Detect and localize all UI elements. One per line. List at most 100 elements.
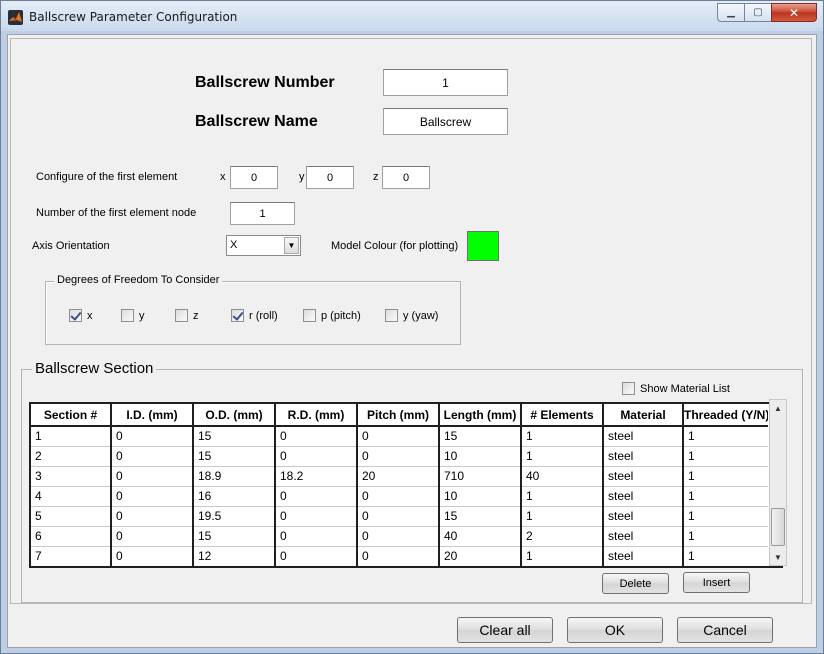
- column-header[interactable]: Threaded (Y/N): [683, 404, 768, 427]
- dof-z-checkbox[interactable]: z: [175, 309, 199, 322]
- scroll-down-icon[interactable]: ▼: [770, 549, 786, 565]
- table-cell[interactable]: 3: [31, 466, 112, 487]
- ok-button[interactable]: OK: [567, 617, 663, 643]
- column-header[interactable]: # Elements: [521, 404, 604, 427]
- table-cell[interactable]: 1: [521, 506, 604, 527]
- checkbox-icon[interactable]: [622, 382, 635, 395]
- table-cell[interactable]: 1: [521, 486, 604, 507]
- table-cell[interactable]: 0: [111, 506, 194, 527]
- checkbox-icon[interactable]: [175, 309, 188, 322]
- table-cell[interactable]: 1: [683, 486, 768, 507]
- table-cell[interactable]: 0: [357, 446, 440, 467]
- dof-x-checkbox[interactable]: x: [69, 309, 93, 322]
- table-cell[interactable]: 0: [275, 446, 358, 467]
- column-header[interactable]: Material: [603, 404, 684, 427]
- table-cell[interactable]: steel: [603, 546, 684, 566]
- checkbox-icon[interactable]: [303, 309, 316, 322]
- table-cell[interactable]: 10: [439, 486, 522, 507]
- table-cell[interactable]: 0: [111, 526, 194, 547]
- table-cell[interactable]: steel: [603, 466, 684, 487]
- table-vertical-scrollbar[interactable]: ▲ ▼: [769, 399, 787, 566]
- table-cell[interactable]: 20: [357, 466, 440, 487]
- table-cell[interactable]: 1: [521, 546, 604, 566]
- table-cell[interactable]: 0: [111, 546, 194, 566]
- table-cell[interactable]: 1: [683, 426, 768, 447]
- column-header[interactable]: R.D. (mm): [275, 404, 358, 427]
- chevron-down-icon[interactable]: ▼: [284, 237, 299, 254]
- table-cell[interactable]: 15: [439, 426, 522, 447]
- show-material-checkbox[interactable]: Show Material List: [622, 382, 730, 395]
- table-cell[interactable]: 0: [275, 506, 358, 527]
- table-cell[interactable]: 18.2: [275, 466, 358, 487]
- axis-orientation-dropdown[interactable]: X ▼: [226, 235, 301, 256]
- checkbox-icon[interactable]: [385, 309, 398, 322]
- table-cell[interactable]: 0: [357, 426, 440, 447]
- table-cell[interactable]: 12: [193, 546, 276, 566]
- table-cell[interactable]: 6: [31, 526, 112, 547]
- table-cell[interactable]: 1: [521, 446, 604, 467]
- close-button[interactable]: ✕: [771, 3, 817, 22]
- table-cell[interactable]: 0: [275, 546, 358, 566]
- table-cell[interactable]: 1: [31, 426, 112, 447]
- table-cell[interactable]: 0: [357, 506, 440, 527]
- table-cell[interactable]: steel: [603, 486, 684, 507]
- checkbox-icon[interactable]: [231, 309, 244, 322]
- scrollbar-thumb[interactable]: [771, 508, 785, 546]
- minimize-button[interactable]: ▁: [717, 3, 744, 22]
- clear-all-button[interactable]: Clear all: [457, 617, 553, 643]
- table-cell[interactable]: 1: [521, 426, 604, 447]
- table-cell[interactable]: 2: [521, 526, 604, 547]
- delete-row-button[interactable]: Delete: [602, 573, 669, 594]
- table-cell[interactable]: 1: [683, 466, 768, 487]
- table-cell[interactable]: 0: [111, 426, 194, 447]
- table-cell[interactable]: 19.5: [193, 506, 276, 527]
- column-header[interactable]: O.D. (mm): [193, 404, 276, 427]
- table-cell[interactable]: 0: [275, 486, 358, 507]
- x-coord-input[interactable]: [230, 166, 278, 189]
- checkbox-icon[interactable]: [69, 309, 82, 322]
- z-coord-input[interactable]: [382, 166, 430, 189]
- table-cell[interactable]: 0: [111, 466, 194, 487]
- section-table[interactable]: Section # I.D. (mm) O.D. (mm) R.D. (mm) …: [29, 402, 783, 568]
- dof-pitch-checkbox[interactable]: p (pitch): [303, 309, 361, 322]
- column-header[interactable]: Section #: [31, 404, 112, 427]
- table-cell[interactable]: steel: [603, 526, 684, 547]
- scroll-up-icon[interactable]: ▲: [770, 400, 786, 416]
- column-header[interactable]: I.D. (mm): [111, 404, 194, 427]
- table-cell[interactable]: 18.9: [193, 466, 276, 487]
- dof-y-checkbox[interactable]: y: [121, 309, 145, 322]
- table-cell[interactable]: 40: [521, 466, 604, 487]
- table-cell[interactable]: 0: [357, 486, 440, 507]
- table-cell[interactable]: steel: [603, 446, 684, 467]
- cancel-button[interactable]: Cancel: [677, 617, 773, 643]
- column-header[interactable]: Length (mm): [439, 404, 522, 427]
- table-cell[interactable]: 710: [439, 466, 522, 487]
- column-header[interactable]: Pitch (mm): [357, 404, 440, 427]
- table-cell[interactable]: 1: [683, 526, 768, 547]
- table-cell[interactable]: 15: [193, 526, 276, 547]
- y-coord-input[interactable]: [306, 166, 354, 189]
- table-cell[interactable]: 4: [31, 486, 112, 507]
- table-cell[interactable]: steel: [603, 506, 684, 527]
- table-cell[interactable]: 0: [275, 426, 358, 447]
- table-cell[interactable]: 0: [111, 486, 194, 507]
- table-cell[interactable]: 0: [275, 526, 358, 547]
- table-cell[interactable]: 40: [439, 526, 522, 547]
- table-cell[interactable]: 7: [31, 546, 112, 566]
- table-cell[interactable]: 16: [193, 486, 276, 507]
- table-cell[interactable]: 10: [439, 446, 522, 467]
- table-cell[interactable]: 15: [193, 426, 276, 447]
- title-bar[interactable]: Ballscrew Parameter Configuration ▁ ▢ ✕: [1, 1, 823, 33]
- table-cell[interactable]: 2: [31, 446, 112, 467]
- table-cell[interactable]: 0: [357, 546, 440, 566]
- table-cell[interactable]: 20: [439, 546, 522, 566]
- table-cell[interactable]: 0: [111, 446, 194, 467]
- table-cell[interactable]: 15: [439, 506, 522, 527]
- table-cell[interactable]: 1: [683, 546, 768, 566]
- dof-yaw-checkbox[interactable]: y (yaw): [385, 309, 438, 322]
- ballscrew-number-input[interactable]: [383, 69, 508, 96]
- table-cell[interactable]: 5: [31, 506, 112, 527]
- checkbox-icon[interactable]: [121, 309, 134, 322]
- dof-roll-checkbox[interactable]: r (roll): [231, 309, 278, 322]
- insert-row-button[interactable]: Insert: [683, 572, 750, 593]
